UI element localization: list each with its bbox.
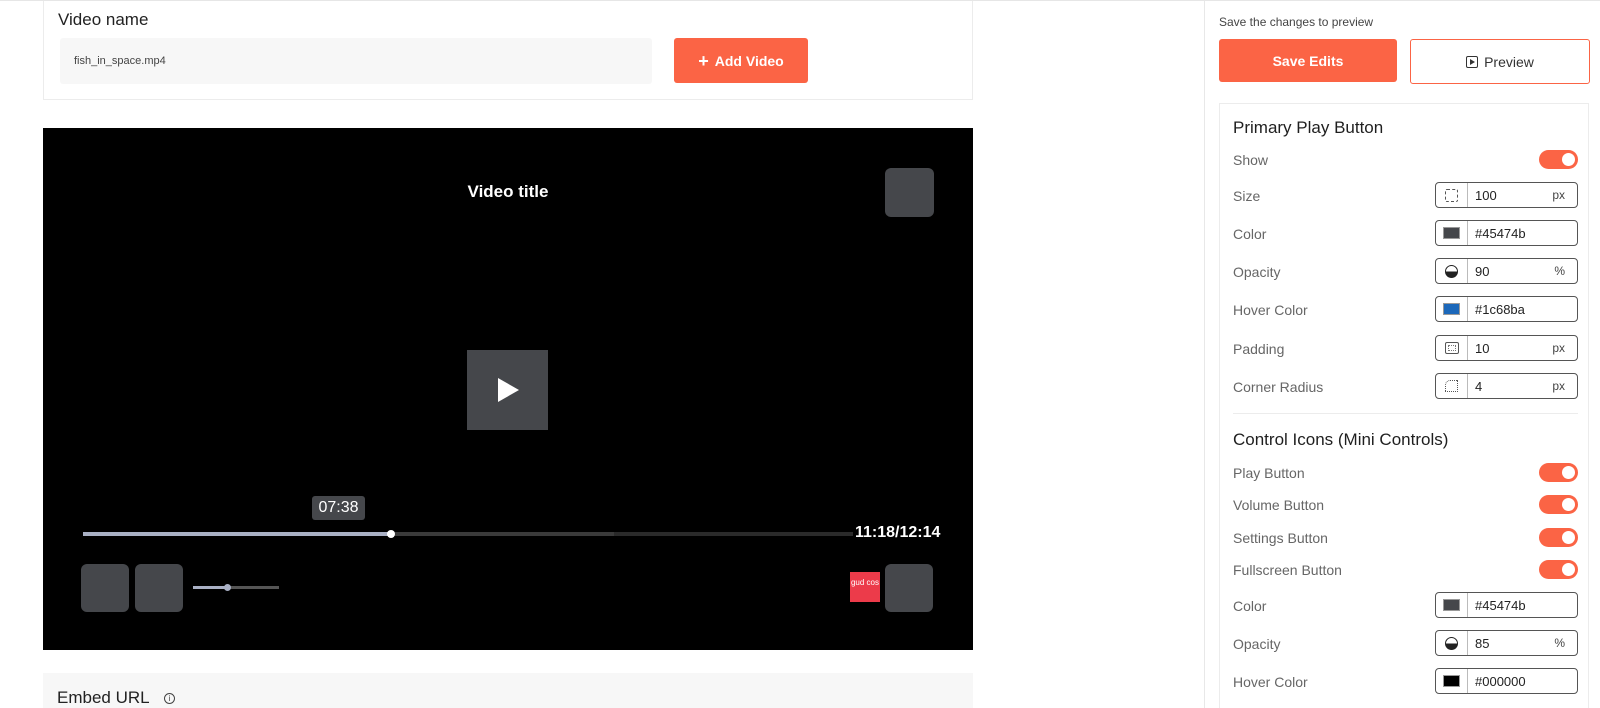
mini-controls-section-title: Control Icons (Mini Controls)	[1233, 430, 1449, 449]
video-player-preview: Video title 07:38 11:18/12:14 gud cos	[43, 128, 973, 650]
color-label: Color	[1233, 226, 1267, 242]
mini-hover-color-label: Hover Color	[1233, 674, 1308, 690]
corner-radius-value: 4	[1475, 378, 1483, 394]
section-divider	[1233, 413, 1578, 414]
padding-unit: px	[1552, 341, 1565, 355]
volume-button-label: Volume Button	[1233, 497, 1325, 513]
play-icon	[497, 378, 519, 402]
corner-radius-icon	[1445, 380, 1458, 392]
hover-color-label: Hover Color	[1233, 302, 1308, 318]
video-name-label: Video name	[58, 10, 149, 29]
settings-panel: Save the changes to preview Save Edits P…	[1204, 1, 1600, 708]
padding-label: Padding	[1233, 341, 1285, 357]
fullscreen-button-toggle[interactable]	[1539, 560, 1578, 579]
volume-fill	[193, 586, 228, 589]
plus-icon: +	[698, 50, 709, 71]
opacity-field[interactable]: 90 %	[1435, 258, 1578, 284]
video-title: Video title	[467, 182, 549, 201]
mini-hover-color-value: #000000	[1475, 673, 1526, 689]
mini-fullscreen-button[interactable]	[885, 564, 933, 612]
mini-opacity-value: 85	[1475, 635, 1490, 651]
info-icon[interactable]: i	[164, 693, 175, 704]
volume-button-toggle[interactable]	[1539, 495, 1578, 514]
top-right-control-button[interactable]	[885, 168, 934, 217]
opacity-label: Opacity	[1233, 264, 1281, 280]
mini-volume-button[interactable]	[135, 564, 183, 612]
embed-url-label: Embed URL	[57, 688, 150, 707]
mini-play-button[interactable]	[81, 564, 129, 612]
settings-scroll-area[interactable]: Primary Play Button Show Size 100 px Col…	[1219, 103, 1589, 708]
hover-color-value: #1c68ba	[1475, 301, 1525, 317]
play-button-toggle[interactable]	[1539, 463, 1578, 482]
progress-thumb[interactable]	[387, 530, 395, 538]
size-unit: px	[1552, 188, 1565, 202]
mini-hover-color-swatch[interactable]	[1443, 675, 1460, 687]
mini-opacity-icon	[1445, 636, 1458, 650]
size-value: 100	[1475, 187, 1497, 203]
size-field[interactable]: 100 px	[1435, 182, 1578, 208]
save-edits-button[interactable]: Save Edits	[1219, 39, 1397, 82]
padding-icon	[1444, 342, 1459, 354]
mini-color-field[interactable]: #45474b	[1435, 592, 1578, 618]
mini-color-swatch[interactable]	[1443, 599, 1460, 611]
add-video-button[interactable]: + Add Video	[674, 38, 808, 83]
show-toggle[interactable]	[1539, 150, 1578, 169]
primary-play-button[interactable]	[467, 350, 548, 430]
expand-icon	[1445, 188, 1458, 202]
preview-label: Preview	[1484, 53, 1534, 70]
mini-opacity-label: Opacity	[1233, 636, 1281, 652]
mini-opacity-unit: %	[1554, 636, 1565, 650]
opacity-unit: %	[1554, 264, 1565, 278]
corner-radius-unit: px	[1552, 379, 1565, 393]
play-button-label: Play Button	[1233, 465, 1305, 481]
progress-played	[83, 532, 391, 536]
volume-slider[interactable]	[193, 584, 279, 591]
padding-value: 10	[1475, 340, 1490, 356]
time-display: 11:18/12:14	[855, 524, 941, 541]
settings-button-label: Settings Button	[1233, 530, 1328, 546]
progress-bar[interactable]	[83, 530, 853, 538]
mini-color-label: Color	[1233, 598, 1267, 614]
volume-thumb[interactable]	[224, 584, 232, 591]
settings-button-toggle[interactable]	[1539, 528, 1578, 547]
video-name-card: Video name + Add Video	[43, 1, 973, 100]
padding-field[interactable]: 10 px	[1435, 335, 1578, 361]
size-label: Size	[1233, 188, 1261, 204]
color-field[interactable]: #45474b	[1435, 220, 1578, 246]
preview-icon	[1466, 55, 1479, 68]
corner-radius-label: Corner Radius	[1233, 379, 1324, 395]
color-value: #45474b	[1475, 225, 1526, 241]
show-label: Show	[1233, 152, 1269, 168]
video-name-input[interactable]	[60, 38, 652, 84]
opacity-value: 90	[1475, 263, 1490, 279]
opacity-icon	[1445, 264, 1458, 278]
color-swatch[interactable]	[1443, 227, 1460, 239]
mini-hover-color-field[interactable]: #000000	[1435, 668, 1578, 694]
hover-color-swatch[interactable]	[1443, 303, 1460, 315]
preview-button[interactable]: Preview	[1410, 39, 1590, 84]
hover-color-field[interactable]: #1c68ba	[1435, 296, 1578, 322]
mini-opacity-field[interactable]: 85 %	[1435, 630, 1578, 656]
mini-color-value: #45474b	[1475, 597, 1526, 613]
brand-logo: gud cos	[850, 572, 880, 602]
add-video-label: Add Video	[714, 52, 784, 69]
corner-radius-field[interactable]: 4 px	[1435, 373, 1578, 399]
embed-url-card: Embed URL i	[43, 673, 973, 708]
save-hint: Save the changes to preview	[1219, 15, 1374, 29]
fullscreen-button-label: Fullscreen Button	[1233, 562, 1342, 578]
primary-play-section-title: Primary Play Button	[1233, 118, 1384, 137]
scrub-time-tooltip: 07:38	[312, 496, 365, 520]
